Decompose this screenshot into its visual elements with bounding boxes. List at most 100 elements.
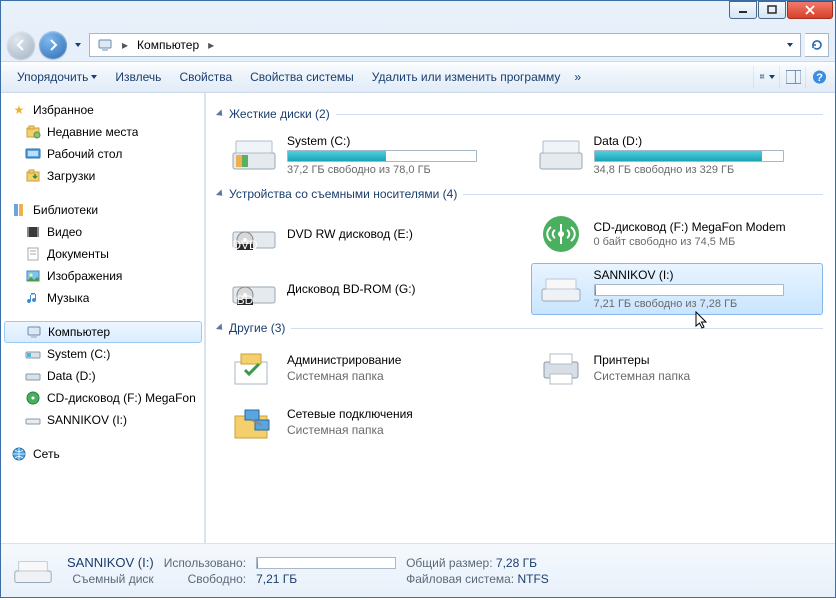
- drive-megafon-f[interactable]: CD-дисковод (F:) MegaFon Modem 0 байт св…: [531, 209, 824, 259]
- maximize-button[interactable]: [758, 1, 786, 19]
- music-icon: [25, 290, 41, 306]
- drive-name: Data (D:): [594, 134, 817, 148]
- folder-type: Системная папка: [287, 369, 510, 383]
- documents-icon: [25, 246, 41, 262]
- sidebar-item-music[interactable]: Музыка: [1, 287, 205, 309]
- drive-system-c[interactable]: System (C:) 37,2 ГБ свободно из 78,0 ГБ: [224, 129, 517, 181]
- favorites-header[interactable]: ★Избранное: [1, 99, 205, 121]
- status-total-value: 7,28 ГБ: [496, 556, 537, 570]
- preview-pane-button[interactable]: [779, 66, 801, 88]
- address-computer-icon[interactable]: [92, 34, 118, 56]
- close-button[interactable]: [787, 1, 833, 19]
- drive-dvd-e[interactable]: DVD DVD RW дисковод (E:): [224, 209, 517, 259]
- pictures-icon: [25, 268, 41, 284]
- sidebar-item-data-d[interactable]: Data (D:): [1, 365, 205, 387]
- system-properties-button[interactable]: Свойства системы: [242, 66, 362, 88]
- view-mode-button[interactable]: [753, 66, 775, 88]
- sidebar-item-documents[interactable]: Документы: [1, 243, 205, 265]
- sidebar-item-desktop[interactable]: Рабочий стол: [1, 143, 205, 165]
- libraries-header[interactable]: Библиотеки: [1, 199, 205, 221]
- usage-bar: [594, 284, 784, 296]
- refresh-button[interactable]: [805, 33, 829, 57]
- collapse-icon: [216, 109, 225, 118]
- properties-button[interactable]: Свойства: [171, 66, 240, 88]
- folder-printers[interactable]: Принтеры Системная папка: [531, 343, 824, 393]
- group-other-header[interactable]: Другие (3): [218, 321, 823, 335]
- libraries-icon: [11, 202, 27, 218]
- drive-bdrom-g[interactable]: BD Дисковод BD-ROM (G:): [224, 263, 517, 315]
- drive-free-text: 34,8 ГБ свободно из 329 ГБ: [594, 164, 817, 176]
- status-free-value: 7,21 ГБ: [256, 572, 396, 586]
- collapse-icon: [216, 323, 225, 332]
- network-header[interactable]: Сеть: [1, 443, 205, 465]
- titlebar: [1, 1, 835, 29]
- sidebar-item-videos[interactable]: Видео: [1, 221, 205, 243]
- folder-admin[interactable]: Администрирование Системная папка: [224, 343, 517, 393]
- drive-name: SANNIKOV (I:): [594, 268, 817, 282]
- videos-icon: [25, 224, 41, 240]
- chevron-right-icon[interactable]: ▸: [204, 34, 218, 56]
- toolbar-overflow[interactable]: »: [570, 66, 585, 88]
- group-removable-header[interactable]: Устройства со съемными носителями (4): [218, 187, 823, 201]
- svg-text:?: ?: [816, 72, 823, 84]
- drive-icon: [231, 135, 277, 175]
- nav-history-dropdown[interactable]: [71, 35, 85, 55]
- details-pane: SANNIKOV (I:) Использовано: Общий размер…: [1, 543, 835, 597]
- group-hdd-header[interactable]: Жесткие диски (2): [218, 107, 823, 121]
- sidebar-item-sannikov[interactable]: SANNIKOV (I:): [1, 409, 205, 431]
- nav-row: ▸ Компьютер ▸: [1, 29, 835, 61]
- status-fs-label: Файловая система:: [406, 572, 514, 586]
- address-text: Компьютер: [137, 38, 199, 52]
- folder-name: Сетевые подключения: [287, 407, 510, 421]
- svg-text:BD: BD: [237, 293, 254, 307]
- address-dropdown[interactable]: [782, 34, 798, 56]
- printers-icon: [538, 348, 584, 388]
- address-bar[interactable]: ▸ Компьютер ▸: [89, 33, 801, 57]
- drive-free-text: 7,21 ГБ свободно из 7,28 ГБ: [594, 298, 817, 310]
- computer-header[interactable]: Компьютер: [4, 321, 202, 343]
- usage-bar: [594, 150, 784, 162]
- drive-icon: [25, 368, 41, 384]
- collapse-icon: [216, 189, 225, 198]
- drive-sannikov-i[interactable]: SANNIKOV (I:) 7,21 ГБ свободно из 7,28 Г…: [531, 263, 824, 315]
- status-total-label: Общий размер:: [406, 556, 492, 570]
- desktop-icon: [25, 146, 41, 162]
- drive-icon: [538, 135, 584, 175]
- removable-drive-icon: [25, 412, 41, 428]
- drive-name: Дисковод BD-ROM (G:): [287, 282, 510, 296]
- folder-type: Системная папка: [287, 423, 510, 437]
- network-icon: [11, 446, 27, 462]
- admin-tools-icon: [231, 348, 277, 388]
- sidebar-item-system-c[interactable]: System (C:): [1, 343, 205, 365]
- folder-network-connections[interactable]: Сетевые подключения Системная папка: [224, 397, 517, 447]
- folder-name: Принтеры: [594, 353, 817, 367]
- status-usage-bar: [256, 557, 396, 569]
- sidebar-item-downloads[interactable]: Загрузки: [1, 165, 205, 187]
- eject-button[interactable]: Извлечь: [107, 66, 169, 88]
- sidebar-item-pictures[interactable]: Изображения: [1, 265, 205, 287]
- folder-type: Системная папка: [594, 369, 817, 383]
- organize-menu[interactable]: Упорядочить: [9, 66, 105, 88]
- downloads-icon: [25, 168, 41, 184]
- drive-data-d[interactable]: Data (D:) 34,8 ГБ свободно из 329 ГБ: [531, 129, 824, 181]
- drive-icon: [25, 346, 41, 362]
- drive-name: System (C:): [287, 134, 510, 148]
- usage-bar: [287, 150, 477, 162]
- drive-free-text: 0 байт свободно из 74,5 МБ: [594, 236, 817, 248]
- removable-drive-icon: [11, 551, 55, 591]
- help-button[interactable]: ?: [805, 66, 827, 88]
- chevron-right-icon[interactable]: ▸: [118, 34, 132, 56]
- megafon-icon: [538, 214, 584, 254]
- minimize-button[interactable]: [729, 1, 757, 19]
- forward-button[interactable]: [39, 31, 67, 59]
- back-button[interactable]: [7, 31, 35, 59]
- cd-icon: [25, 390, 41, 406]
- status-name: SANNIKOV (I:): [67, 555, 154, 570]
- uninstall-button[interactable]: Удалить или изменить программу: [364, 66, 569, 88]
- explorer-window: ▸ Компьютер ▸ Упорядочить Извлечь Свойст…: [0, 0, 836, 598]
- sidebar-item-recent[interactable]: Недавние места: [1, 121, 205, 143]
- network-connections-icon: [231, 402, 277, 442]
- sidebar-item-cd-f[interactable]: CD-дисковод (F:) MegaFon: [1, 387, 205, 409]
- address-segment[interactable]: Компьютер: [132, 34, 204, 56]
- drive-name: DVD RW дисковод (E:): [287, 227, 510, 241]
